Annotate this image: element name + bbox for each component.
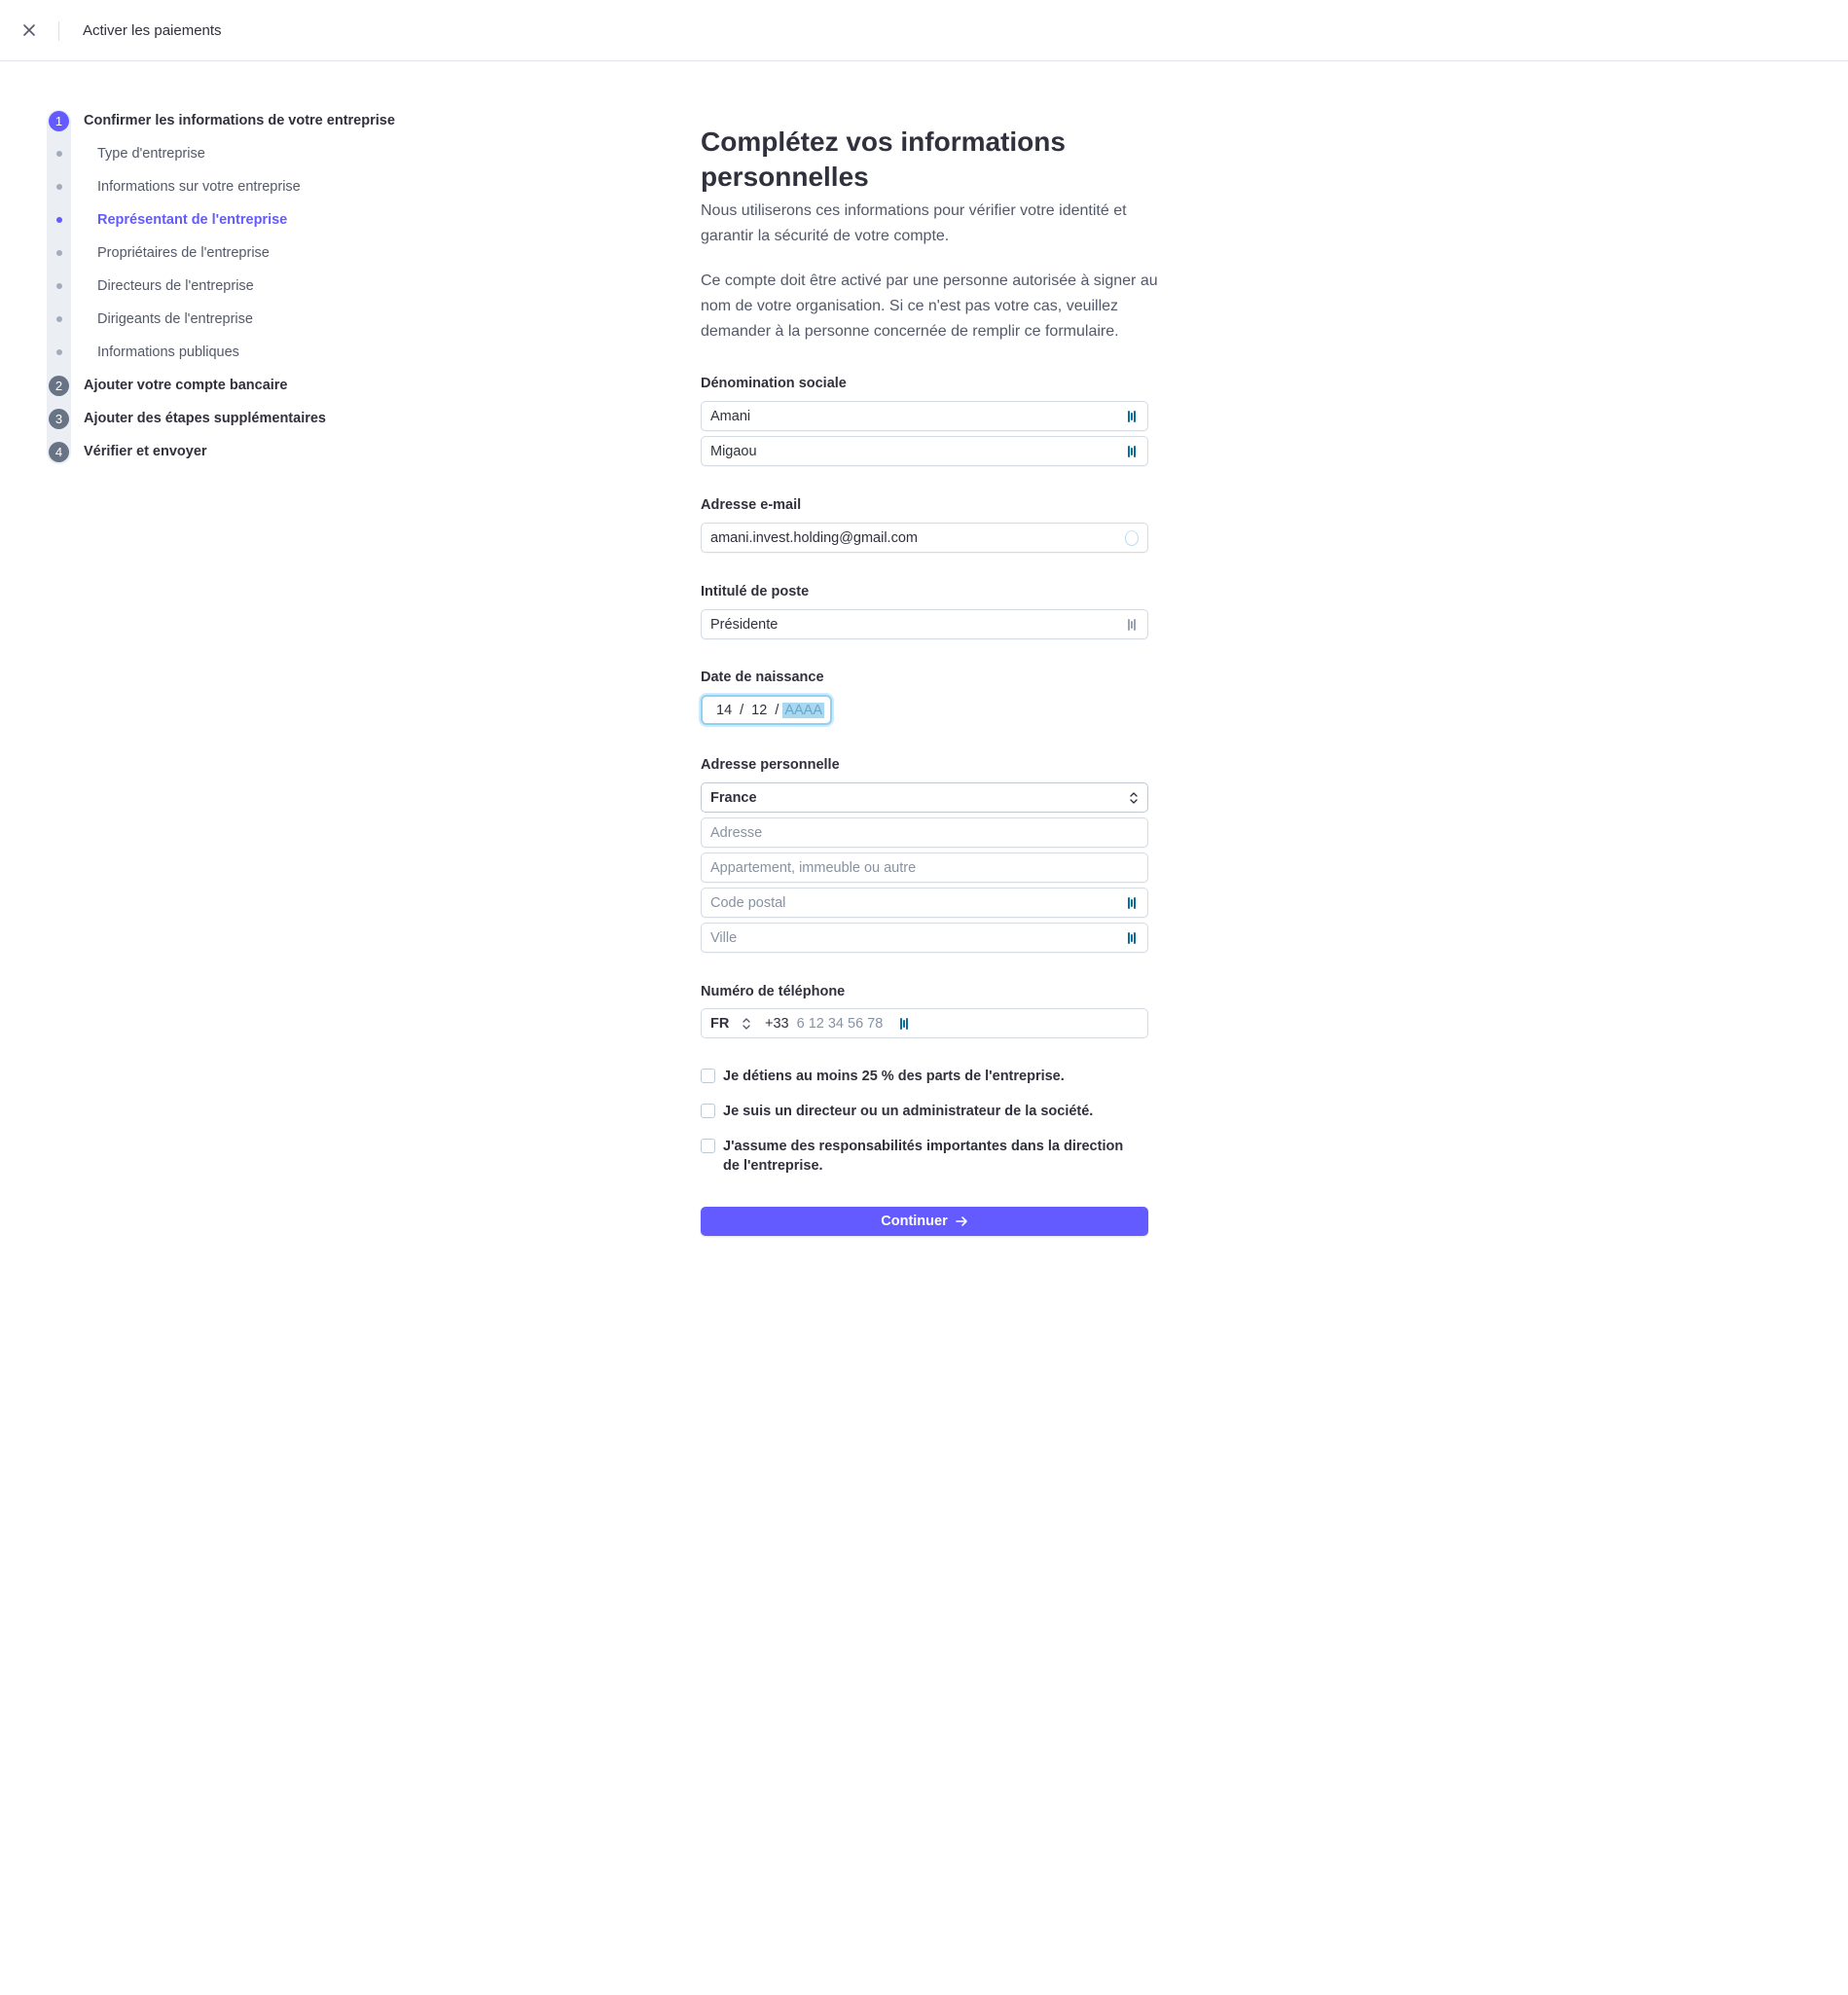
loading-spinner-icon bbox=[1125, 529, 1139, 546]
checkbox-director-row[interactable]: Je suis un directeur ou un administrateu… bbox=[701, 1102, 1158, 1121]
country-select[interactable]: France bbox=[701, 782, 1148, 813]
autofill-icon[interactable] bbox=[1125, 617, 1139, 633]
substep-owners[interactable]: Propriétaires de l'entreprise bbox=[97, 245, 270, 261]
close-icon bbox=[23, 24, 35, 36]
checkbox-owner-label[interactable]: Je détiens au moins 25 % des parts de l'… bbox=[723, 1067, 1065, 1086]
substep-dot bbox=[56, 250, 62, 256]
substep-directors[interactable]: Directeurs de l'entreprise bbox=[97, 278, 254, 294]
dob-input[interactable]: 14 / 12 / AAAA bbox=[701, 695, 832, 725]
substep-dot bbox=[56, 349, 62, 355]
autofill-icon[interactable] bbox=[1125, 895, 1139, 911]
address-line2-placeholder: Appartement, immeuble ou autre bbox=[710, 859, 917, 876]
postal-code-placeholder: Code postal bbox=[710, 894, 786, 911]
autofill-icon[interactable] bbox=[1125, 444, 1139, 459]
autofill-icon[interactable] bbox=[1125, 409, 1139, 424]
step-4-label[interactable]: Vérifier et envoyer bbox=[84, 444, 207, 459]
address-line1-placeholder: Adresse bbox=[710, 824, 763, 841]
step-2-label[interactable]: Ajouter votre compte bancaire bbox=[84, 378, 288, 393]
checkbox-owner[interactable] bbox=[701, 1069, 715, 1083]
substep-public-info[interactable]: Informations publiques bbox=[97, 345, 239, 360]
checkbox-director-label[interactable]: Je suis un directeur ou un administrateu… bbox=[723, 1102, 1093, 1121]
arrow-right-icon bbox=[955, 1216, 967, 1226]
phone-prefix: +33 bbox=[765, 1015, 789, 1032]
substep-dot bbox=[56, 184, 62, 190]
topbar-divider bbox=[58, 21, 59, 41]
phone-label: Numéro de téléphone bbox=[701, 984, 846, 999]
substep-executives[interactable]: Dirigeants de l'entreprise bbox=[97, 311, 253, 327]
last-name-input[interactable]: Migaou bbox=[701, 436, 1148, 466]
checkbox-executive[interactable] bbox=[701, 1139, 715, 1153]
continue-label: Continuer bbox=[881, 1214, 948, 1229]
city-placeholder: Ville bbox=[710, 929, 738, 946]
country-value: France bbox=[710, 789, 757, 806]
step-1-number: 1 bbox=[49, 111, 69, 131]
dob-sep: / bbox=[740, 702, 744, 718]
form-title: Complétez vos informations personnelles bbox=[701, 127, 1066, 192]
address-line1-input[interactable]: Adresse bbox=[701, 817, 1148, 848]
job-title-value: Présidente bbox=[710, 616, 779, 633]
city-input[interactable]: Ville bbox=[701, 923, 1148, 953]
autofill-icon[interactable] bbox=[900, 1017, 909, 1030]
substep-dot bbox=[56, 151, 62, 157]
postal-code-input[interactable]: Code postal bbox=[701, 888, 1148, 918]
checkbox-executive-row[interactable]: J'assume des responsabilités importantes… bbox=[701, 1137, 1129, 1176]
checkbox-executive-label[interactable]: J'assume des responsabilités importantes… bbox=[723, 1137, 1129, 1176]
continue-button[interactable]: Continuer bbox=[701, 1207, 1148, 1236]
address-label: Adresse personnelle bbox=[701, 757, 840, 773]
substep-dot-current bbox=[56, 217, 62, 223]
dob-month[interactable]: 12 bbox=[751, 703, 767, 718]
email-field[interactable]: amani.invest.holding@gmail.com bbox=[701, 523, 1148, 553]
chevron-updown-icon bbox=[1130, 791, 1138, 804]
close-button[interactable] bbox=[18, 19, 40, 41]
substep-business-type[interactable]: Type d'entreprise bbox=[97, 146, 205, 162]
form-authorization-note: Ce compte doit être activé par une perso… bbox=[701, 272, 1158, 340]
step-4-number: 4 bbox=[49, 442, 69, 462]
address-line2-input[interactable]: Appartement, immeuble ou autre bbox=[701, 852, 1148, 883]
dob-day[interactable]: 14 bbox=[716, 703, 732, 718]
phone-country-code[interactable]: FR bbox=[710, 1016, 736, 1032]
dob-year[interactable]: AAAA bbox=[782, 702, 825, 718]
phone-field[interactable]: FR +33 6 12 34 56 78 bbox=[701, 1008, 1148, 1038]
first-name-value: Amani bbox=[710, 408, 751, 424]
last-name-value: Migaou bbox=[710, 443, 757, 459]
email-label: Adresse e-mail bbox=[701, 497, 802, 513]
first-name-input[interactable]: Amani bbox=[701, 401, 1148, 431]
step-1-label[interactable]: Confirmer les informations de votre entr… bbox=[84, 113, 395, 128]
autofill-icon[interactable] bbox=[1125, 930, 1139, 946]
checkbox-owner-row[interactable]: Je détiens au moins 25 % des parts de l'… bbox=[701, 1067, 1158, 1086]
form-intro: Nous utiliserons ces informations pour v… bbox=[701, 202, 1127, 244]
step-3-label[interactable]: Ajouter des étapes supplémentaires bbox=[84, 411, 326, 426]
top-bar: Activer les paiements bbox=[0, 0, 1848, 61]
step-3-number: 3 bbox=[49, 409, 69, 429]
chevron-updown-icon[interactable] bbox=[736, 1017, 757, 1031]
job-title-input[interactable]: Présidente bbox=[701, 609, 1148, 639]
step-2-number: 2 bbox=[49, 376, 69, 396]
legal-name-label: Dénomination sociale bbox=[701, 376, 847, 391]
phone-placeholder: 6 12 34 56 78 bbox=[796, 1015, 884, 1032]
dob-label: Date de naissance bbox=[701, 670, 824, 685]
job-title-label: Intitulé de poste bbox=[701, 584, 810, 599]
substep-dot bbox=[56, 316, 62, 322]
page-title-bar: Activer les paiements bbox=[83, 22, 222, 39]
substep-representative[interactable]: Représentant de l'entreprise bbox=[97, 212, 287, 228]
checkbox-director[interactable] bbox=[701, 1104, 715, 1118]
email-value: amani.invest.holding@gmail.com bbox=[710, 529, 918, 546]
substep-business-info[interactable]: Informations sur votre entreprise bbox=[97, 179, 301, 195]
dob-sep: / bbox=[775, 702, 779, 718]
substep-dot bbox=[56, 283, 62, 289]
